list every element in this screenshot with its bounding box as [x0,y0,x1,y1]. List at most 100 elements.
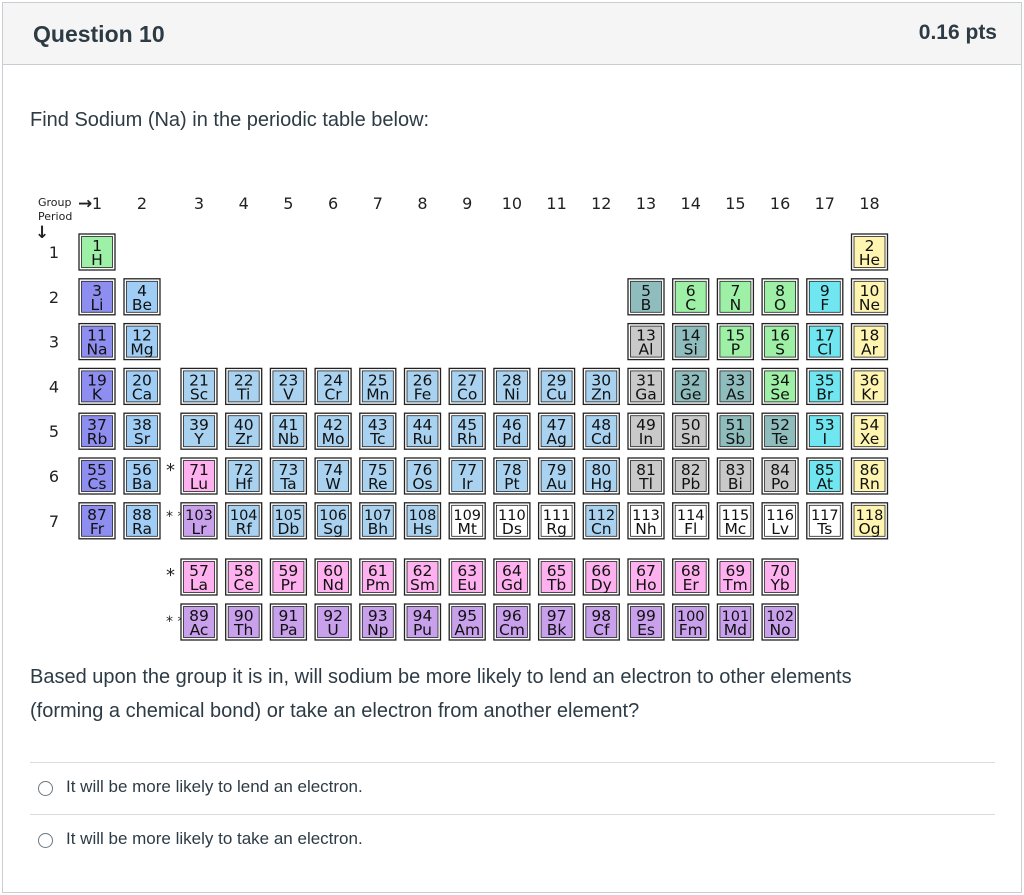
element-nb: 41Nb [269,412,308,450]
element-n: 7N [716,278,755,316]
element-co: 27Co [448,367,486,406]
element-symbol: B [641,296,652,314]
element-symbol: Mc [724,520,746,538]
element-cf: 98Cf [582,603,620,641]
element-pr: 59Pr [269,558,308,596]
element-symbol: La [190,576,208,594]
question-header: Question 10 0.16 pts [3,3,1021,65]
period-number-1: 1 [49,243,59,262]
element-f: 9F [806,278,844,316]
periodic-table: Group → Period ↓ * * * * * * 1 2 3 4 5 6 7 8 9 10… [35,194,889,641]
radio-button-2[interactable] [38,833,53,848]
element-au: 79Au [537,457,576,495]
element-s: 16S [761,322,799,361]
element-symbol: Cn [591,520,612,538]
element-o: 8O [761,278,799,316]
element-symbol: Os [412,475,432,493]
element-symbol: Pt [504,475,519,493]
element-ne: 10Ne [850,278,889,316]
element-symbol: As [726,385,745,403]
element-rf: 104Rf [225,502,263,540]
answer-option-2[interactable]: It will be more likely to take an electr… [30,814,995,866]
group-number-7: 7 [373,194,383,213]
element-pm: 61Pm [359,558,397,596]
element-symbol: Ca [132,385,152,403]
element-he: 2He [850,233,889,271]
element-symbol: Np [367,621,388,639]
element-symbol: Th [233,621,253,639]
element-gd: 64Gd [493,558,531,596]
element-symbol: Dy [591,576,612,594]
element-er: 68Er [672,558,710,596]
radio-button-1[interactable] [38,781,53,796]
element-md: 101Md [716,603,755,641]
element-pu: 94Pu [403,603,442,641]
element-symbol: Hs [413,520,433,538]
element-cr: 24Cr [314,367,352,406]
element-symbol: Be [132,296,152,314]
element-cd: 48Cd [582,412,620,450]
element-bk: 97Bk [537,603,576,641]
question-points: 0.16 pts [918,21,997,44]
element-symbol: S [775,341,785,359]
element-symbol: Fl [684,520,697,538]
element-hg: 80Hg [582,457,620,495]
element-symbol: Xe [860,430,879,448]
element-ti: 22Ti [225,367,263,406]
element-symbol: Se [770,385,789,403]
element-symbol: No [770,621,791,639]
element-symbol: Fm [679,621,703,639]
element-symbol: Rh [457,430,478,448]
period-number-4: 4 [49,377,59,396]
periodic-table-image: Group → Period ↓ * * * * * * 1 2 3 4 5 6 7 8 9 10… [35,192,896,652]
element-symbol: Ge [680,385,702,403]
element-symbol: H [91,251,103,269]
element-symbol: Cs [88,475,107,493]
element-h: 1H [78,233,116,271]
element-symbol: Na [86,341,107,359]
element-tl: 81Tl [627,457,665,495]
period-number-2: 2 [49,288,59,307]
element-re: 75Re [359,457,397,495]
element-tm: 69Tm [716,558,755,596]
element-symbol: Ho [635,576,656,594]
element-at: 85At [806,457,844,495]
element-tc: 43Tc [359,412,397,450]
element-symbol: Ru [413,430,433,448]
element-bi: 83Bi [716,457,755,495]
answer-option-1[interactable]: It will be more likely to lend an electr… [30,762,995,814]
element-symbol: Cl [817,341,832,359]
period-number-5: 5 [49,422,59,441]
element-symbol: Am [454,621,480,639]
element-xe: 54Xe [850,412,889,450]
element-symbol: Gd [501,576,523,594]
element-symbol: At [817,475,833,493]
element-eu: 63Eu [448,558,486,596]
element-symbol: K [92,385,103,403]
element-symbol: U [327,621,338,639]
element-og: 118Og [850,502,889,540]
element-symbol: Ce [234,576,254,594]
element-symbol: F [820,296,829,314]
element-u: 92U [314,603,352,641]
element-db: 105Db [269,502,308,540]
element-symbol: Co [457,385,477,403]
element-symbol: Rn [859,475,880,493]
element-symbol: Lr [191,520,207,538]
element-sn: 50Sn [672,412,710,450]
element-symbol: Sg [323,520,343,538]
element-symbol: Eu [457,576,477,594]
element-ds: 110Ds [493,502,531,540]
element-tb: 65Tb [537,558,576,596]
element-symbol: Ts [816,520,832,538]
element-symbol: N [730,296,742,314]
group-number-17: 17 [815,194,835,213]
element-ag: 47Ag [537,412,576,450]
element-ba: 56Ba [123,457,161,495]
element-ga: 31Ga [627,367,665,406]
element-ir: 77Ir [448,457,486,495]
element-ta: 73Ta [269,457,308,495]
question-body-line-1: Based upon the group it is in, will sodi… [30,666,852,688]
element-ni: 28Ni [493,367,531,406]
element-symbol: W [325,475,340,493]
